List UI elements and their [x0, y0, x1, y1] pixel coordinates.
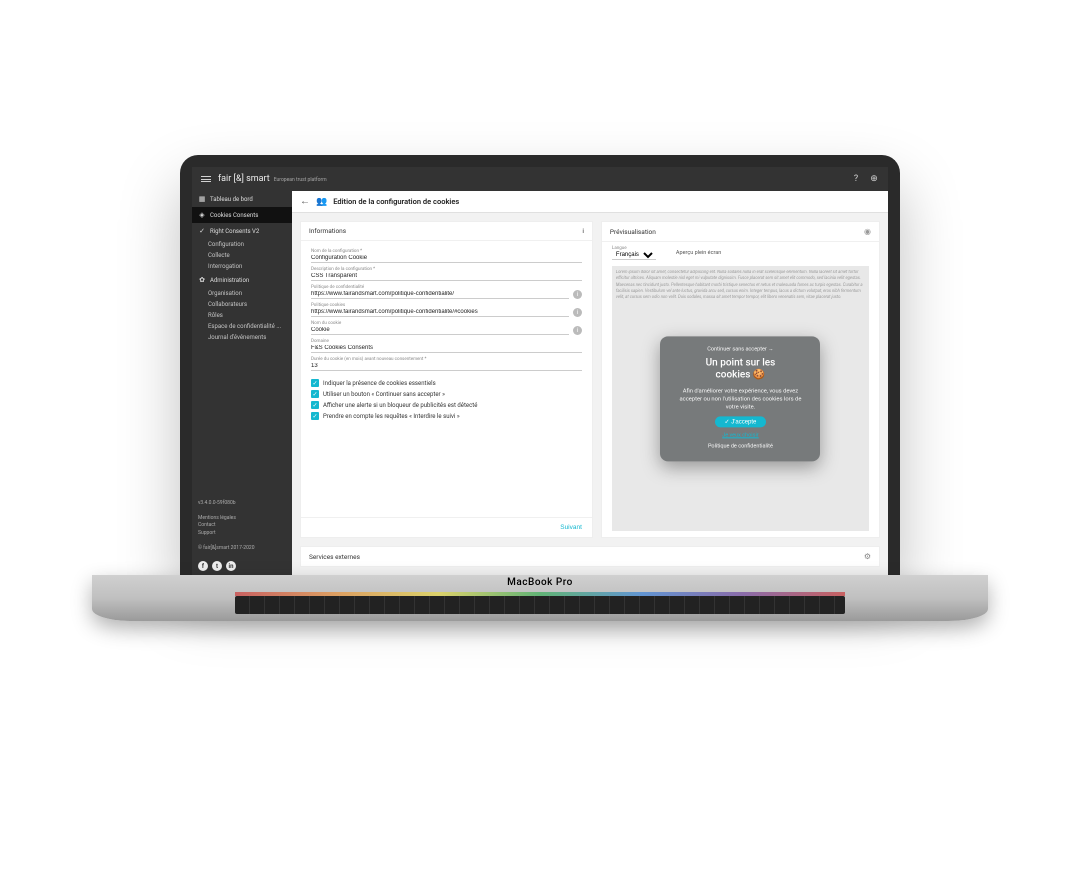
- gear-icon[interactable]: ⚙: [864, 552, 871, 561]
- preview-stage: Lorem ipsum dolor sit amet, consectetur …: [612, 266, 869, 531]
- accept-button[interactable]: ✓ J'accepte: [715, 416, 767, 427]
- shield-icon: ◈: [198, 211, 206, 219]
- language-select[interactable]: Français: [612, 251, 656, 260]
- sidebar-item-label: Tableau de bord: [210, 196, 253, 203]
- dashboard-icon: ▦: [198, 195, 206, 203]
- cookie-policy-input[interactable]: [311, 308, 569, 317]
- gear-icon: ✿: [198, 276, 206, 284]
- sidebar-item-label: Cookies Consents: [210, 212, 258, 219]
- checkbox-icon: ✓: [311, 379, 319, 387]
- page-title: Edition de la configuration de cookies: [333, 197, 459, 206]
- menu-icon[interactable]: [200, 173, 212, 185]
- sidebar-sub-roles[interactable]: Rôles: [192, 310, 292, 321]
- field-config-desc: Description de la configuration *: [311, 267, 582, 281]
- sidebar-item-label: Administration: [210, 277, 249, 284]
- info-icon[interactable]: i: [582, 227, 584, 235]
- keyboard: [235, 596, 845, 614]
- sidebar-sub-confidentialite[interactable]: Espace de confidentialité ...: [192, 321, 292, 332]
- brand: fair [&] smart European trust platform: [218, 174, 327, 184]
- check-icon: ✓: [198, 227, 206, 235]
- footer-link-legal[interactable]: Mentions légales: [198, 515, 286, 523]
- main: ← 👥 Edition de la configuration de cooki…: [292, 191, 888, 575]
- domain-input[interactable]: [311, 344, 582, 353]
- check-adblock-alert[interactable]: ✓Afficher une alerte si un bloqueur de p…: [311, 401, 582, 409]
- config-desc-input[interactable]: [311, 272, 582, 281]
- copyright-label: © fair[&]smart 2017-2020: [198, 545, 286, 553]
- cookie-modal-desc: Afin d'améliorer votre expérience, vous …: [672, 387, 808, 411]
- laptop-frame: fair [&] smart European trust platform ?…: [180, 155, 900, 575]
- field-domain: Domaine: [311, 339, 582, 353]
- preview-panel: Prévisualisation ◉ Langue Français: [601, 221, 880, 538]
- privacy-policy-input[interactable]: [311, 290, 569, 299]
- panel-title: Prévisualisation: [610, 228, 656, 236]
- page-header: ← 👥 Edition de la configuration de cooki…: [292, 191, 888, 213]
- app-body: ▦ Tableau de bord ◈ Cookies Consents ✓ R…: [192, 191, 888, 575]
- sidebar-item-cookies[interactable]: ◈ Cookies Consents: [192, 207, 292, 223]
- sidebar-sub-collaborateurs[interactable]: Collaborateurs: [192, 299, 292, 310]
- checkbox-icon: ✓: [311, 412, 319, 420]
- footer-link-contact[interactable]: Contact: [198, 522, 286, 530]
- facebook-icon[interactable]: f: [198, 561, 208, 571]
- screen: fair [&] smart European trust platform ?…: [192, 167, 888, 575]
- check-essential[interactable]: ✓Indiquer la présence de cookies essenti…: [311, 379, 582, 387]
- panel-title: Services externes: [309, 553, 360, 561]
- field-cookie-name: Nom du cookie i: [311, 321, 582, 335]
- info-icon[interactable]: i: [573, 308, 582, 317]
- help-icon[interactable]: ?: [850, 173, 862, 185]
- linkedin-icon[interactable]: in: [226, 561, 236, 571]
- sidebar: ▦ Tableau de bord ◈ Cookies Consents ✓ R…: [192, 191, 292, 575]
- field-privacy-policy: Politique de confidentialité i: [311, 285, 582, 299]
- check-continue-button[interactable]: ✓Utiliser un bouton « Continuer sans acc…: [311, 390, 582, 398]
- device-label: MacBook Pro: [507, 577, 573, 588]
- social-icons: f t in: [192, 557, 292, 575]
- panel-title: Informations: [309, 227, 346, 235]
- footer-link-support[interactable]: Support: [198, 530, 286, 538]
- cookie-modal: Continuer sans accepter → Un point sur l…: [660, 336, 820, 461]
- sidebar-item-dashboard[interactable]: ▦ Tableau de bord: [192, 191, 292, 207]
- brand-subtitle: European trust platform: [274, 177, 327, 183]
- external-services-panel[interactable]: Services externes ⚙: [300, 546, 880, 567]
- fullscreen-link[interactable]: Aperçu plein écran: [676, 250, 721, 256]
- sidebar-sub-configuration[interactable]: Configuration: [192, 239, 292, 250]
- checkbox-icon: ✓: [311, 401, 319, 409]
- check-dnt[interactable]: ✓Prendre en compte les requêtes « Interd…: [311, 412, 582, 420]
- sidebar-sub-journal[interactable]: Journal d'événements: [192, 332, 292, 343]
- customize-link[interactable]: Je veux choisir: [672, 432, 808, 438]
- twitter-icon[interactable]: t: [212, 561, 222, 571]
- back-icon[interactable]: ←: [300, 196, 310, 207]
- sidebar-footer: v3.4.0.0-59f080b Mentions légales Contac…: [192, 495, 292, 558]
- cookie-modal-title: Un point sur les cookies 🍪: [672, 357, 808, 382]
- globe-icon[interactable]: ⊕: [868, 173, 880, 185]
- config-name-input[interactable]: [311, 254, 582, 263]
- duration-input[interactable]: [311, 362, 582, 371]
- brand-name: fair [&] smart: [218, 174, 270, 184]
- field-duration: Durée du cookie (en mois) avant nouveau …: [311, 357, 582, 371]
- sidebar-sub-organisation[interactable]: Organisation: [192, 288, 292, 299]
- checkbox-icon: ✓: [311, 390, 319, 398]
- sidebar-item-label: Right Consents V2: [210, 228, 259, 235]
- topbar: fair [&] smart European trust platform ?…: [192, 167, 888, 191]
- info-icon[interactable]: i: [573, 326, 582, 335]
- informations-panel: Informations i Nom de la configuration *…: [300, 221, 593, 538]
- sidebar-item-administration[interactable]: ✿ Administration: [192, 272, 292, 288]
- sidebar-sub-interrogation[interactable]: Interrogation: [192, 261, 292, 272]
- field-config-name: Nom de la configuration *: [311, 249, 582, 263]
- sidebar-sub-collecte[interactable]: Collecte: [192, 250, 292, 261]
- cookie-name-input[interactable]: [311, 326, 569, 335]
- policy-link[interactable]: Politique de confidentialité: [672, 443, 808, 449]
- skip-link[interactable]: Continuer sans accepter →: [672, 346, 808, 352]
- next-button[interactable]: Suivant: [560, 524, 582, 531]
- eye-icon[interactable]: ◉: [864, 227, 871, 236]
- version-label: v3.4.0.0-59f080b: [198, 500, 286, 508]
- language-select-wrap: Langue Français: [612, 246, 656, 260]
- info-icon[interactable]: i: [573, 290, 582, 299]
- checkbox-group: ✓Indiquer la présence de cookies essenti…: [311, 379, 582, 420]
- people-icon: 👥: [316, 197, 327, 207]
- cookie-icon: 🍪: [753, 369, 765, 380]
- sidebar-item-right-consents[interactable]: ✓ Right Consents V2: [192, 223, 292, 239]
- field-cookie-policy: Politique cookies i: [311, 303, 582, 317]
